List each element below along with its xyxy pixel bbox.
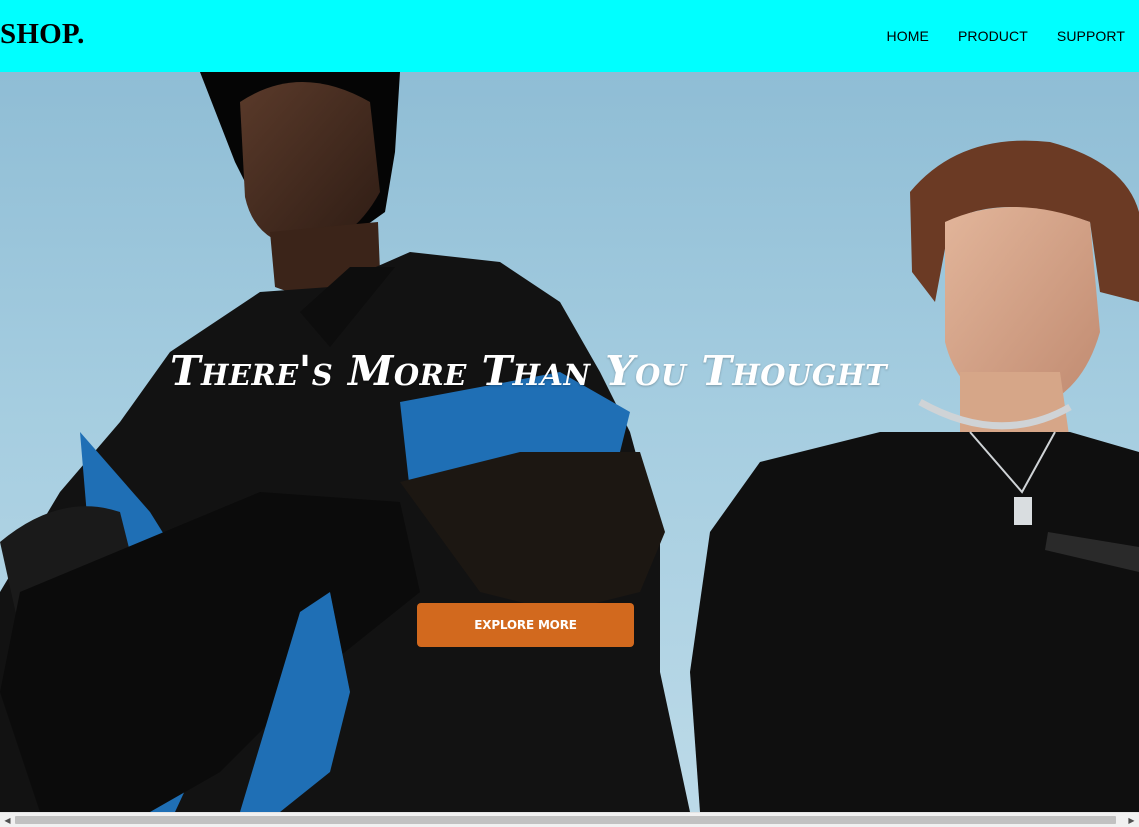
hero-photo <box>0 72 1139 812</box>
right-model <box>690 140 1139 812</box>
horizontal-scrollbar[interactable]: ◀ ▶ <box>0 812 1139 827</box>
main-nav: HOME PRODUCT SUPPORT <box>887 28 1125 44</box>
left-model <box>0 72 690 812</box>
hero-headline: There's More Than You Thought <box>170 347 888 395</box>
arrow-right-icon[interactable]: ▶ <box>1124 813 1139 827</box>
explore-more-button[interactable]: EXPLORE MORE <box>417 603 634 647</box>
hero-banner: There's More Than You Thought EXPLORE MO… <box>0 72 1139 812</box>
site-header: SHOP. HOME PRODUCT SUPPORT <box>0 0 1139 72</box>
nav-home-link[interactable]: HOME <box>887 28 929 44</box>
logo[interactable]: SHOP. <box>0 18 85 51</box>
scrollbar-thumb[interactable] <box>15 816 1116 824</box>
arrow-left-icon[interactable]: ◀ <box>0 813 15 827</box>
nav-product-link[interactable]: PRODUCT <box>958 28 1028 44</box>
nav-support-link[interactable]: SUPPORT <box>1057 28 1125 44</box>
